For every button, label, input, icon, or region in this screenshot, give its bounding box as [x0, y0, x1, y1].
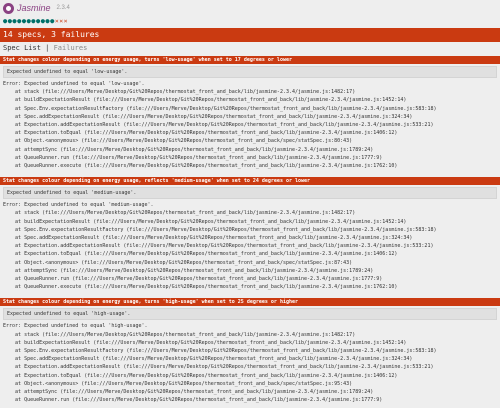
summary-text: 14 specs, 3 failures [3, 30, 100, 39]
failure-spec-title[interactable]: Stat changes colour depending on energy … [0, 298, 500, 307]
failure-body: Expected undefined to equal 'low-usage'.… [0, 64, 500, 173]
failure-message: Expected undefined to equal 'high-usage'… [3, 308, 497, 321]
failure-body: Expected undefined to equal 'high-usage'… [0, 306, 500, 407]
failed-dots[interactable]: ××× [55, 17, 68, 25]
jasmine-version: 2.3.4 [56, 5, 70, 11]
failure-message: Expected undefined to equal 'low-usage'. [3, 66, 497, 78]
summary-bar: 14 specs, 3 failures [0, 28, 500, 42]
failure-body: Expected undefined to equal 'medium-usag… [0, 185, 500, 294]
failure-stack-trace: Error: Expected undefined to equal 'medi… [3, 202, 437, 291]
failure-spec-title[interactable]: Stat changes colour depending on energy … [0, 177, 500, 186]
failure-item: Stat changes colour depending on energy … [0, 56, 500, 173]
results-menu: Spec List | Failures [0, 42, 500, 54]
jasmine-title: Jasmine [17, 3, 51, 13]
jasmine-logo-icon [3, 2, 14, 14]
failure-item: Stat changes colour depending on energy … [0, 298, 500, 407]
passed-dots[interactable]: ●●●●●●●●●●● [3, 17, 55, 25]
menu-separator: | [40, 44, 54, 52]
spec-result-dots: ●●●●●●●●●●● ××× [0, 16, 500, 26]
failure-message: Expected undefined to equal 'medium-usag… [3, 187, 497, 200]
jasmine-banner: Jasmine 2.3.4 [0, 0, 500, 16]
failures-link[interactable]: Failures [54, 44, 88, 52]
failure-item: Stat changes colour depending on energy … [0, 177, 500, 294]
spec-list-link[interactable]: Spec List [3, 44, 41, 52]
failure-stack-trace: Error: Expected undefined to equal 'low-… [3, 81, 437, 170]
failure-spec-title[interactable]: Stat changes colour depending on energy … [0, 56, 500, 64]
failures-list: Stat changes colour depending on energy … [0, 56, 500, 408]
failure-stack-trace: Error: Expected undefined to equal 'high… [3, 323, 437, 404]
